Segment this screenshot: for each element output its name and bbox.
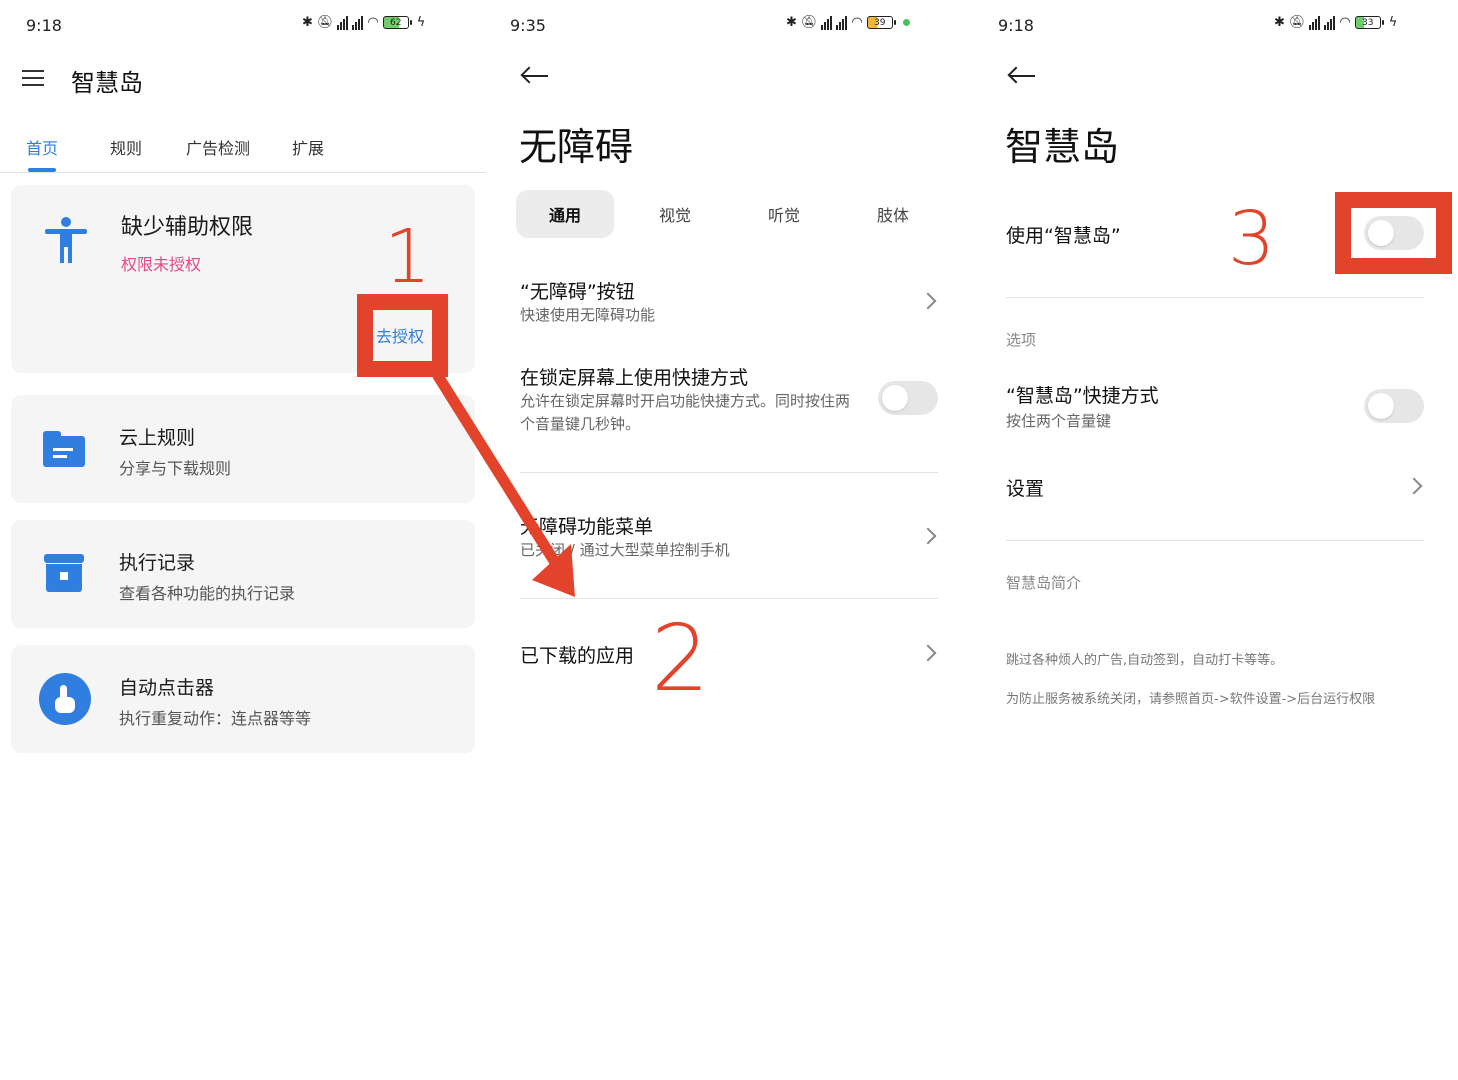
permission-status: 权限未授权 — [121, 255, 202, 274]
row-divider — [520, 472, 938, 473]
intro-text: 跳过各种烦人的广告,自动签到，自动打卡等等。 — [1006, 653, 1284, 668]
accessibility-icon — [45, 217, 87, 263]
privacy-dot-icon — [902, 19, 910, 26]
annotation-box-3 — [1335, 192, 1452, 274]
bluetooth-icon: ✱ — [1274, 15, 1285, 30]
annotation-number-1: 1 — [384, 214, 432, 300]
card-title: 云上规则 — [119, 427, 196, 449]
charging-icon: ϟ — [416, 15, 426, 30]
battery-icon: 62 — [382, 16, 412, 29]
page-title: 无障碍 — [519, 125, 634, 169]
card-subtitle: 分享与下载规则 — [119, 459, 232, 478]
tab-extensions[interactable]: 扩展 — [292, 135, 324, 159]
card-execution-log[interactable]: 执行记录 查看各种功能的执行记录 — [11, 520, 475, 628]
shortcut-subtitle: 按住两个音量键 — [1006, 412, 1112, 430]
battery-icon: 33 — [1354, 16, 1384, 29]
annotation-number-3: 3 — [1228, 196, 1276, 282]
section-label: 选项 — [1006, 331, 1037, 349]
shortcut-title: “智慧岛”快捷方式 — [1006, 385, 1159, 407]
row-subtitle: 快速使用无障碍功能 — [520, 306, 656, 324]
mute-bell-icon: 🔕︎ — [316, 15, 334, 30]
card-title: 执行记录 — [119, 552, 196, 574]
row-subtitle: 允许在锁定屏幕时开启功能快捷方式。同时按住两个音量键几秒钟。 — [520, 392, 851, 433]
tab-divider — [0, 172, 486, 173]
use-service-label: 使用“智慧岛” — [1006, 225, 1121, 247]
signal-icon — [337, 15, 349, 30]
row-title: 在锁定屏幕上使用快捷方式 — [520, 367, 749, 389]
panel-smart-island-service: 9:18 ✱ 🔕︎ ◠ 33 ϟ 智慧岛 使用“智慧岛” 选项 “智慧岛”快捷方… — [972, 0, 1458, 1080]
status-icons: ✱ 🔕︎ ◠ 39 — [786, 15, 910, 30]
card-cloud-rules[interactable]: 云上规则 分享与下载规则 — [11, 395, 475, 503]
charging-icon: ϟ — [1388, 15, 1398, 30]
status-icons: ✱ 🔕︎ ◠ 33 ϟ — [1274, 15, 1397, 30]
row-title: “无障碍”按钮 — [520, 281, 635, 303]
annotation-number-2: 2 — [651, 605, 710, 712]
bluetooth-icon: ✱ — [786, 15, 797, 30]
row-downloaded-apps[interactable]: 已下载的应用 — [520, 641, 634, 668]
status-time: 9:18 — [998, 16, 1034, 35]
status-time: 9:35 — [510, 16, 546, 35]
status-time: 9:18 — [26, 16, 62, 35]
mute-bell-icon: 🔕︎ — [1288, 15, 1306, 30]
wifi-icon: ◠ — [851, 15, 863, 30]
wifi-icon: ◠ — [367, 15, 379, 30]
intro-text: 为防止服务被系统关闭，请参照首页->软件设置->后台运行权限 — [1006, 692, 1376, 707]
signal-icon — [821, 15, 833, 30]
section-label: 智慧岛简介 — [1006, 574, 1082, 592]
panel-smart-island-home: 9:18 ✱ 🔕︎ ◠ 62 ϟ 智慧岛 首页 规则 广告检测 扩展 缺少辅助权… — [0, 0, 486, 1080]
card-auto-clicker[interactable]: 自动点击器 执行重复动作：连点器等等 — [11, 645, 475, 753]
back-arrow-icon[interactable] — [1007, 66, 1035, 86]
tab-home[interactable]: 首页 — [26, 135, 58, 159]
row-divider — [520, 598, 938, 599]
permission-card-title: 缺少辅助权限 — [121, 215, 254, 240]
signal-icon — [1309, 15, 1321, 30]
signal-icon — [836, 15, 848, 30]
row-divider — [1006, 540, 1424, 541]
card-subtitle: 执行重复动作：连点器等等 — [119, 709, 312, 728]
panel-accessibility: 9:35 ✱ 🔕︎ ◠ 39 无障碍 通用 视觉 听觉 肢体 “无障碍”按钮 快… — [486, 0, 972, 1080]
status-icons: ✱ 🔕︎ ◠ 62 ϟ — [302, 15, 425, 30]
tab-ad-detect[interactable]: 广告检测 — [186, 135, 250, 159]
menu-icon[interactable] — [22, 70, 44, 86]
signal-icon — [1324, 15, 1336, 30]
page-title: 智慧岛 — [71, 69, 143, 97]
bluetooth-icon: ✱ — [302, 15, 313, 30]
page-title: 智慧岛 — [1005, 125, 1120, 169]
wifi-icon: ◠ — [1339, 15, 1351, 30]
card-title: 自动点击器 — [119, 677, 215, 699]
shortcut-toggle[interactable] — [1364, 389, 1424, 423]
chevron-right-icon — [919, 644, 937, 662]
chevron-right-icon — [1405, 477, 1423, 495]
tab-general[interactable]: 通用 — [516, 190, 614, 238]
signal-icon — [352, 15, 364, 30]
tab-vision[interactable]: 视觉 — [626, 190, 724, 238]
mute-bell-icon: 🔕︎ — [800, 15, 818, 30]
tab-rules[interactable]: 规则 — [110, 135, 142, 159]
settings-row[interactable]: 设置 — [1006, 474, 1044, 501]
touch-icon — [39, 673, 91, 725]
archive-icon — [44, 554, 84, 592]
tab-physical[interactable]: 肢体 — [844, 190, 942, 238]
row-subtitle: 已关闭 / 通过大型菜单控制手机 — [520, 541, 730, 559]
lockscreen-shortcut-toggle[interactable] — [878, 381, 938, 415]
chevron-right-icon — [919, 527, 937, 545]
battery-icon: 39 — [866, 16, 896, 29]
back-arrow-icon[interactable] — [520, 66, 548, 86]
folder-icon — [43, 431, 85, 467]
row-divider — [1006, 297, 1424, 298]
card-subtitle: 查看各种功能的执行记录 — [119, 584, 296, 603]
tab-hearing[interactable]: 听觉 — [735, 190, 833, 238]
annotation-box-1 — [357, 294, 448, 377]
row-title: 无障碍功能菜单 — [520, 516, 654, 538]
